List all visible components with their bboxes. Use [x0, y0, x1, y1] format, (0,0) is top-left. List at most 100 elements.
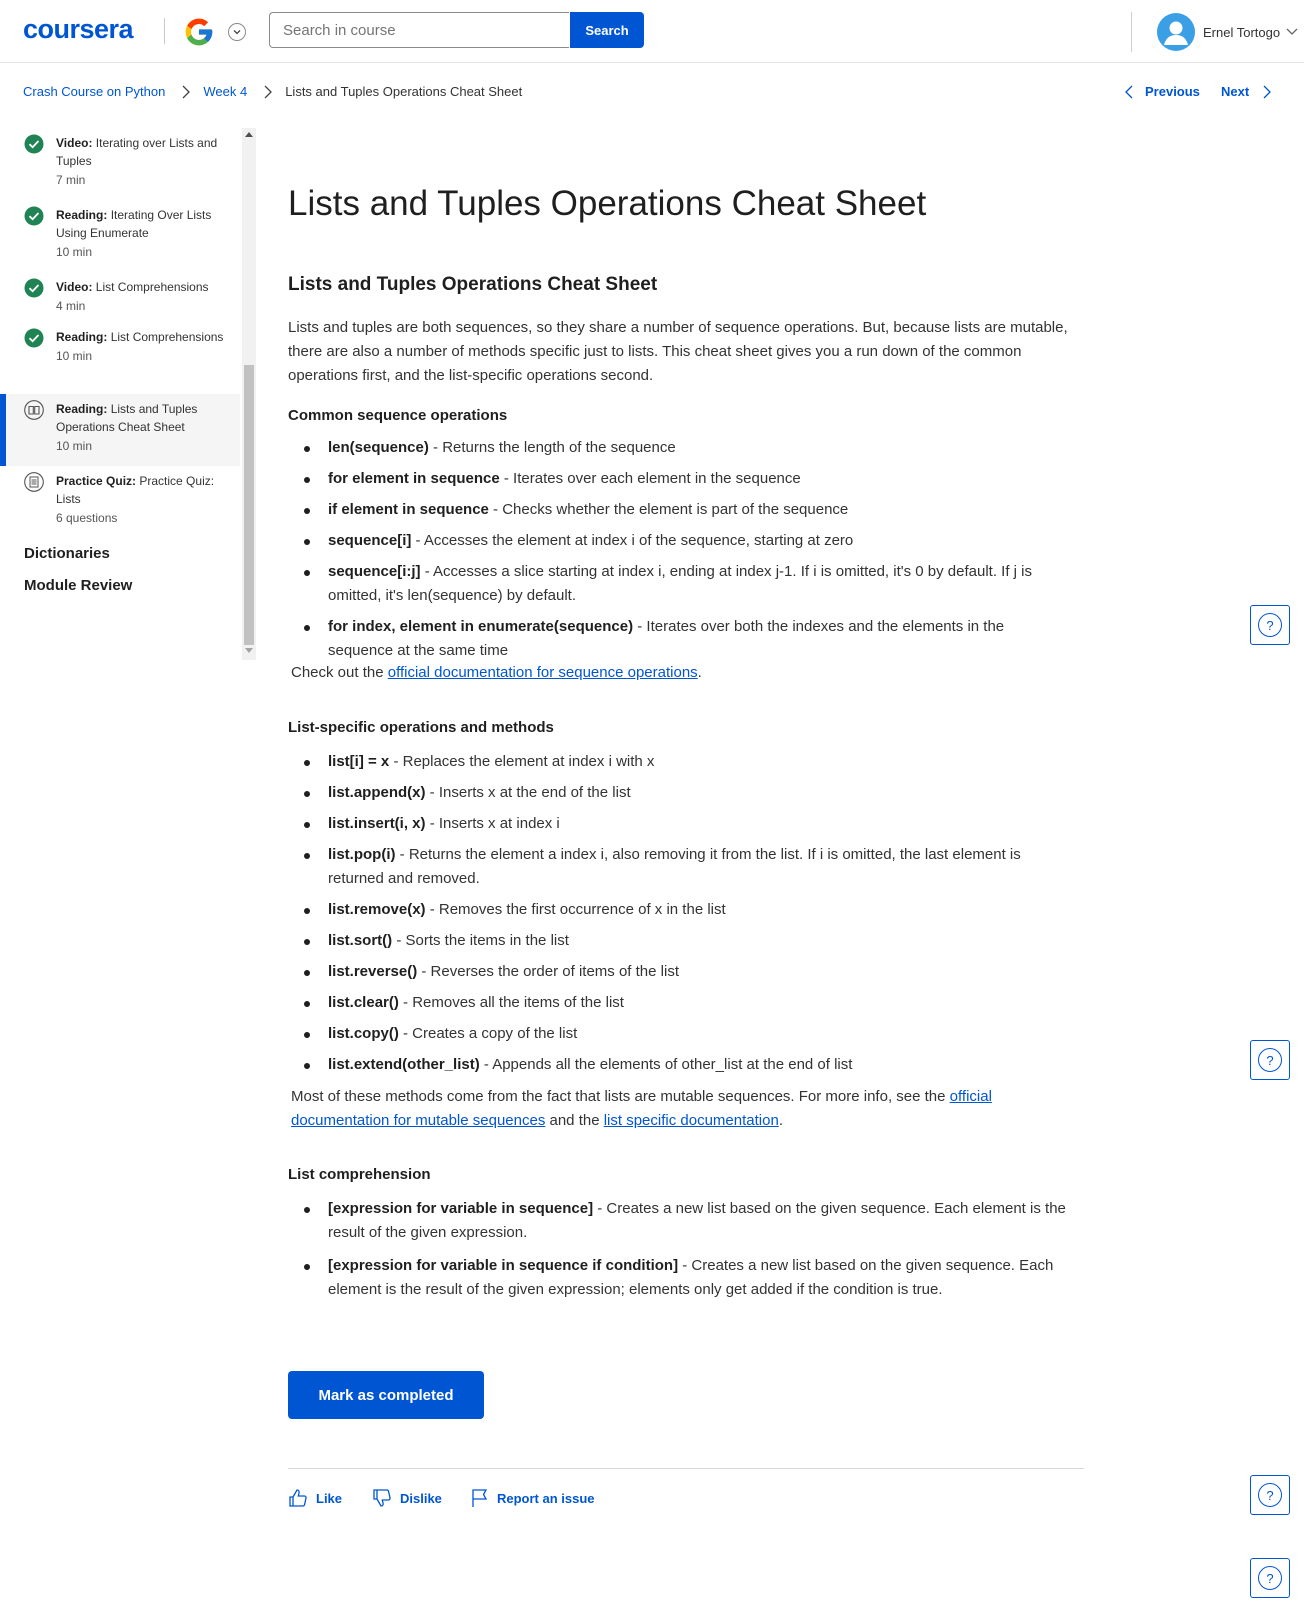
intro-paragraph: Lists and tuples are both sequences, so … — [288, 319, 1068, 384]
report-label: Report an issue — [497, 1490, 595, 1506]
list-item: list.clear() - Removes all the items of … — [288, 991, 1068, 1015]
sidebar-item-meta: 10 min — [56, 245, 93, 259]
op-code: sequence[i:j] — [328, 563, 421, 580]
reading-book-icon — [24, 400, 44, 420]
op-code: list.remove(x) — [328, 901, 426, 918]
list-item: list.sort() - Sorts the items in the lis… — [288, 929, 1068, 953]
completed-check-icon — [24, 328, 44, 348]
header-divider — [1131, 12, 1132, 52]
sequence-docs-link[interactable]: official documentation for sequence oper… — [388, 664, 698, 681]
list-item: for index, element in enumerate(sequence… — [288, 615, 1068, 663]
list-ops-heading: List-specific operations and methods — [288, 719, 554, 736]
like-button[interactable]: Like — [288, 1488, 342, 1508]
next-button[interactable]: Next — [1221, 84, 1272, 99]
user-name[interactable]: Ernel Tortogo — [1203, 25, 1280, 40]
partner-menu-chevron-icon[interactable] — [228, 23, 246, 41]
op-code: [expression for variable in sequence if … — [328, 1257, 679, 1274]
sidebar-item-meta: 4 min — [56, 299, 86, 313]
list-item: list.pop(i) - Returns the element a inde… — [288, 843, 1068, 891]
help-button[interactable]: ? — [1250, 605, 1290, 645]
thumbs-up-icon — [289, 1489, 307, 1507]
sidebar-item-title: List Comprehensions — [110, 330, 224, 344]
sidebar-item-type: Reading: — [56, 208, 108, 222]
report-issue-button[interactable]: Report an issue — [471, 1488, 595, 1508]
user-avatar-icon[interactable] — [1157, 13, 1195, 51]
breadcrumb-current: Lists and Tuples Operations Cheat Sheet — [285, 84, 523, 99]
op-desc: - Replaces the element at index i with x — [389, 753, 655, 770]
op-code: list.sort() — [328, 932, 393, 949]
sidebar-item-type: Video: — [56, 280, 93, 294]
op-code: list.insert(i, x) — [328, 815, 426, 832]
op-desc: - Returns the element a index i, also re… — [328, 846, 1021, 887]
list-item: list.copy() - Creates a copy of the list — [288, 1022, 1068, 1046]
op-desc: - Appends all the elements of other_list… — [479, 1056, 853, 1073]
sidebar-item-type: Practice Quiz: — [56, 474, 137, 488]
search-button[interactable]: Search — [570, 12, 644, 48]
chevron-right-icon — [264, 85, 273, 99]
sidebar-item-type: Video: — [56, 136, 93, 150]
text: . — [778, 1112, 783, 1129]
sidebar-item-meta: 10 min — [56, 439, 93, 453]
list-item: list.append(x) - Inserts x at the end of… — [288, 781, 1068, 805]
course-sidebar: Video: Iterating over Lists and Tuples 7… — [0, 128, 256, 660]
op-desc: - Inserts x at the end of the list — [425, 784, 631, 801]
mark-as-completed-button[interactable]: Mark as completed — [288, 1371, 484, 1419]
scroll-up-arrow-icon[interactable] — [245, 132, 253, 137]
op-code: list.extend(other_list) — [328, 1056, 480, 1073]
list-item: list.reverse() - Reverses the order of i… — [288, 960, 1068, 984]
breadcrumb: Crash Course on Python Week 4 Lists and … — [23, 84, 522, 99]
search-input[interactable] — [269, 12, 569, 48]
sidebar-section-dictionaries[interactable]: Dictionaries — [0, 538, 256, 570]
thumbs-down-icon — [373, 1489, 391, 1507]
list-item: list.remove(x) - Removes the first occur… — [288, 898, 1068, 922]
flag-icon — [472, 1489, 488, 1507]
comprehension-list: [expression for variable in sequence] - … — [288, 1197, 1068, 1309]
sidebar-scrollbar-thumb[interactable] — [244, 365, 254, 645]
breadcrumb-course-link[interactable]: Crash Course on Python — [23, 84, 165, 99]
sidebar-item-meta: 6 questions — [56, 511, 118, 525]
coursera-logo[interactable]: coursera — [23, 14, 134, 45]
sidebar-item-video-comprehensions[interactable]: Video: List Comprehensions 4 min — [0, 272, 240, 322]
common-ops-heading: Common sequence operations — [288, 407, 508, 424]
op-desc: - Inserts x at index i — [425, 815, 560, 832]
sidebar-item-reading-comprehensions[interactable]: Reading: List Comprehensions 10 min — [0, 322, 240, 394]
op-code: list.reverse() — [328, 963, 418, 980]
sidebar-item-reading-enumerate[interactable]: Reading: Iterating Over Lists Using Enum… — [0, 200, 240, 272]
question-icon: ? — [1258, 613, 1282, 637]
divider — [288, 1468, 1084, 1469]
op-code: list.append(x) — [328, 784, 426, 801]
list-item: [expression for variable in sequence] - … — [288, 1197, 1068, 1245]
op-desc: - Removes the first occurrence of x in t… — [425, 901, 726, 918]
question-icon: ? — [1258, 1483, 1282, 1507]
list-docs-link[interactable]: list specific documentation — [604, 1112, 779, 1129]
op-desc: - Returns the length of the sequence — [428, 439, 676, 456]
scroll-down-arrow-icon[interactable] — [245, 648, 253, 653]
mutable-docs-paragraph: Most of these methods come from the fact… — [288, 1085, 1068, 1133]
previous-button[interactable]: Previous — [1125, 84, 1200, 99]
help-button[interactable]: ? — [1250, 1475, 1290, 1515]
dislike-button[interactable]: Dislike — [372, 1488, 442, 1508]
dislike-label: Dislike — [400, 1490, 442, 1506]
google-logo-icon[interactable] — [183, 16, 215, 48]
logo-divider — [164, 18, 165, 44]
breadcrumb-week-link[interactable]: Week 4 — [203, 84, 247, 99]
next-label: Next — [1221, 84, 1250, 99]
text: . — [697, 664, 702, 681]
sidebar-item-video-iterating[interactable]: Video: Iterating over Lists and Tuples 7… — [0, 128, 240, 200]
help-button[interactable]: ? — [1250, 1040, 1290, 1080]
op-code: for index, element in enumerate(sequence… — [328, 618, 634, 635]
sidebar-item-reading-cheat-sheet[interactable]: Reading: Lists and Tuples Operations Che… — [0, 394, 240, 466]
op-code: list[i] = x — [328, 753, 390, 770]
completed-check-icon — [24, 278, 44, 298]
help-button[interactable]: ? — [1250, 1558, 1290, 1598]
op-code: sequence[i] — [328, 532, 412, 549]
op-desc: - Sorts the items in the list — [392, 932, 569, 949]
sidebar-item-type: Reading: — [56, 402, 108, 416]
user-menu-chevron-icon[interactable] — [1286, 26, 1298, 36]
sidebar-section-module-review[interactable]: Module Review — [0, 570, 256, 602]
op-code: [expression for variable in sequence] — [328, 1200, 594, 1217]
list-item: list.insert(i, x) - Inserts x at index i — [288, 812, 1068, 836]
op-code: len(sequence) — [328, 439, 429, 456]
top-header: coursera Search Ernel Tortogo — [0, 0, 1304, 63]
sidebar-item-practice-quiz[interactable]: Practice Quiz: Practice Quiz: Lists 6 qu… — [0, 466, 240, 538]
